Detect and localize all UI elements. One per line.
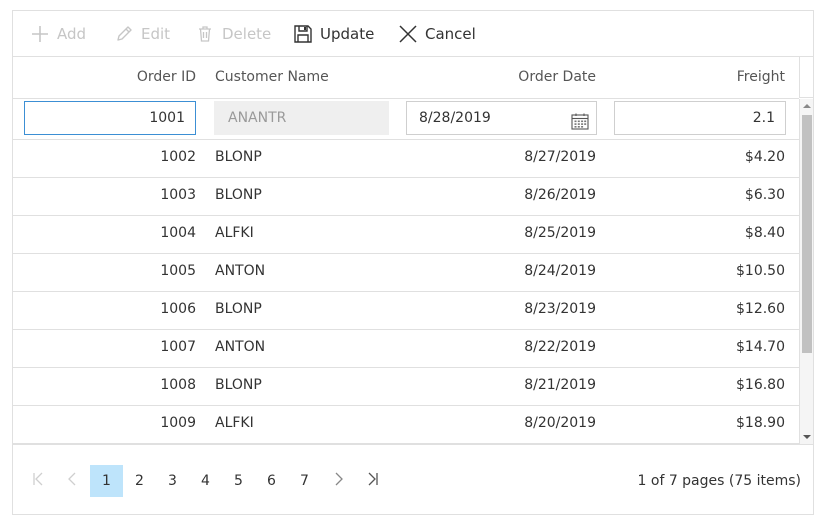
cell-order-id: 1006 <box>160 301 196 317</box>
scroll-up-icon[interactable] <box>803 104 811 108</box>
page-number-4[interactable]: 4 <box>189 465 222 497</box>
trash-icon <box>194 23 216 45</box>
scroll-down-icon[interactable] <box>803 435 811 439</box>
calendar-icon[interactable] <box>571 110 589 142</box>
toolbar: Add Edit Delete Update Cancel <box>13 11 813 57</box>
cell-freight: $14.70 <box>736 339 785 355</box>
add-button-label: Add <box>57 25 87 43</box>
cell-customer-name: BLONP <box>215 149 262 165</box>
last-page-icon <box>366 471 380 491</box>
add-button[interactable]: Add <box>29 21 86 47</box>
cell-order-id: 1002 <box>160 149 196 165</box>
cancel-button[interactable]: Cancel <box>397 21 476 47</box>
chevron-right-icon <box>333 471 345 491</box>
cell-freight: $4.20 <box>744 149 785 165</box>
pager: 1 2 3 4 5 6 7 1 of 7 pages (75 items) <box>13 444 813 514</box>
delete-button[interactable]: Delete <box>194 21 271 47</box>
header-order-date[interactable]: Order Date <box>403 56 596 98</box>
last-page-button[interactable] <box>359 465 387 497</box>
page-number-6[interactable]: 6 <box>255 465 288 497</box>
edit-button[interactable]: Edit <box>113 21 170 47</box>
cell-order-date: 8/23/2019 <box>524 301 596 317</box>
page-number-1[interactable]: 1 <box>90 465 123 497</box>
cell-customer-name: BLONP <box>215 187 262 203</box>
cell-freight: $10.50 <box>736 263 785 279</box>
cell-order-id: 1008 <box>160 377 196 393</box>
table-row[interactable]: 1006 BLONP 8/23/2019 $12.60 <box>13 291 799 330</box>
pager-info: 1 of 7 pages (75 items) <box>637 473 801 489</box>
header-scrollbar-cap <box>799 56 813 98</box>
order-id-input[interactable]: 1001 <box>24 101 196 135</box>
chevron-left-icon <box>66 471 78 491</box>
cell-order-date: 8/22/2019 <box>524 339 596 355</box>
vertical-scrollbar[interactable] <box>799 99 813 444</box>
cell-freight: $6.30 <box>744 187 785 203</box>
table-row[interactable]: 1007 ANTON 8/22/2019 $14.70 <box>13 329 799 368</box>
table-row[interactable]: 1005 ANTON 8/24/2019 $10.50 <box>13 253 799 292</box>
cell-customer-name: BLONP <box>215 301 262 317</box>
page-number-5[interactable]: 5 <box>222 465 255 497</box>
cell-order-id: 1005 <box>160 263 196 279</box>
cell-order-date: 8/27/2019 <box>524 149 596 165</box>
cell-customer-name: ALFKI <box>215 415 254 431</box>
grid-content: 1001 ANANTR 8/28/2019 2.1 1002 BLONP 8/2… <box>13 99 799 444</box>
cell-order-date: 8/24/2019 <box>524 263 596 279</box>
previous-page-button[interactable] <box>58 465 86 497</box>
cell-order-id: 1004 <box>160 225 196 241</box>
cell-customer-name: BLONP <box>215 377 262 393</box>
first-page-icon <box>31 471 45 491</box>
customer-name-input: ANANTR <box>214 101 389 135</box>
scrollbar-thumb[interactable] <box>802 115 812 353</box>
update-button[interactable]: Update <box>292 21 374 47</box>
delete-button-label: Delete <box>222 25 272 43</box>
cell-order-id: 1007 <box>160 339 196 355</box>
cell-customer-name: ALFKI <box>215 225 254 241</box>
save-icon <box>292 23 314 45</box>
cell-freight: $8.40 <box>744 225 785 241</box>
cell-customer-name: ANTON <box>215 339 266 355</box>
edit-row: 1001 ANANTR 8/28/2019 2.1 <box>13 99 799 140</box>
close-icon <box>397 23 419 45</box>
table-row[interactable]: 1008 BLONP 8/21/2019 $16.80 <box>13 367 799 406</box>
cell-order-id: 1009 <box>160 415 196 431</box>
cell-freight: $16.80 <box>736 377 785 393</box>
cell-order-date: 8/25/2019 <box>524 225 596 241</box>
cell-freight: $12.60 <box>736 301 785 317</box>
cancel-button-label: Cancel <box>425 25 476 43</box>
cell-order-id: 1003 <box>160 187 196 203</box>
order-date-picker[interactable]: 8/28/2019 <box>406 101 597 135</box>
table-row[interactable]: 1002 BLONP 8/27/2019 $4.20 <box>13 139 799 178</box>
page-number-7[interactable]: 7 <box>288 465 321 497</box>
update-button-label: Update <box>320 25 375 43</box>
cell-order-date: 8/20/2019 <box>524 415 596 431</box>
grid-header: Order ID Customer Name Order Date Freigh… <box>13 56 799 99</box>
header-customer-name[interactable]: Customer Name <box>215 56 395 98</box>
page-number-2[interactable]: 2 <box>123 465 156 497</box>
next-page-button[interactable] <box>325 465 353 497</box>
pencil-icon <box>113 23 135 45</box>
cell-freight: $18.90 <box>736 415 785 431</box>
data-grid: Add Edit Delete Update Cancel Order ID C… <box>12 10 814 515</box>
header-freight[interactable]: Freight <box>613 56 785 98</box>
table-row[interactable]: 1003 BLONP 8/26/2019 $6.30 <box>13 177 799 216</box>
table-row[interactable]: 1004 ALFKI 8/25/2019 $8.40 <box>13 215 799 254</box>
cell-customer-name: ANTON <box>215 263 266 279</box>
cell-order-date: 8/21/2019 <box>524 377 596 393</box>
freight-input[interactable]: 2.1 <box>614 101 786 135</box>
table-row[interactable]: 1009 ALFKI 8/20/2019 $18.90 <box>13 405 799 444</box>
plus-icon <box>29 23 51 45</box>
order-date-value: 8/28/2019 <box>419 110 491 126</box>
header-order-id[interactable]: Order ID <box>13 56 196 98</box>
page-number-3[interactable]: 3 <box>156 465 189 497</box>
first-page-button[interactable] <box>24 465 52 497</box>
edit-button-label: Edit <box>141 25 171 43</box>
cell-order-date: 8/26/2019 <box>524 187 596 203</box>
